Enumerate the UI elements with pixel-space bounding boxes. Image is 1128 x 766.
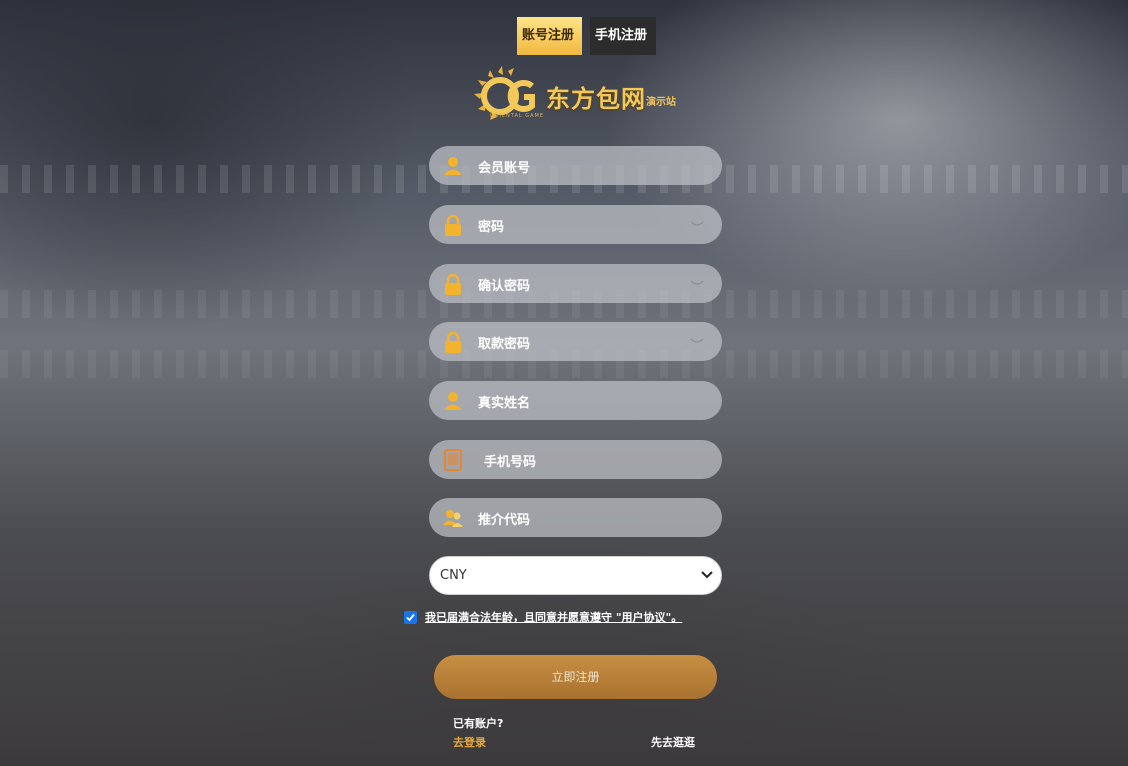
referral-code-field[interactable]: 推介代码 [429, 498, 722, 537]
password-placeholder: 密码 [478, 220, 505, 235]
login-link[interactable]: 去登录 [453, 734, 486, 750]
referral-code-placeholder: 推介代码 [478, 513, 531, 528]
agreement-checkbox[interactable] [404, 610, 417, 624]
users-icon [443, 510, 463, 527]
register-tabs: 账号注册 手机注册 [517, 17, 656, 55]
logo-small-text: ORIENTAL GAME [490, 113, 545, 119]
currency-value: CNY [440, 568, 467, 583]
username-placeholder: 会员账号 [478, 161, 531, 176]
currency-select[interactable]: CNY [429, 556, 722, 595]
agreement-link[interactable]: 我已届满合法年龄，且同意并愿意遵守 "用户协议"。 [425, 609, 682, 625]
tab-phone-register[interactable]: 手机注册 [590, 17, 656, 55]
user-icon [444, 392, 462, 410]
chevron-down-icon [701, 571, 713, 579]
eye-closed-icon[interactable] [690, 280, 704, 287]
real-name-placeholder: 真实姓名 [478, 396, 531, 411]
logo-subtitle: 演示站 [646, 97, 676, 108]
register-button[interactable]: 立即注册 [434, 655, 717, 699]
lock-icon [445, 273, 461, 295]
lock-icon [445, 214, 461, 236]
phone-placeholder: 手机号码 [484, 455, 537, 470]
user-icon [444, 157, 462, 175]
real-name-field[interactable]: 真实姓名 [429, 381, 722, 420]
site-logo: 东方包网 演示站 ORIENTAL GAME [470, 64, 685, 126]
checkmark-icon [406, 613, 415, 621]
phone-icon [444, 449, 462, 471]
logo-name: 东方包网 [546, 85, 646, 113]
phone-field[interactable]: 手机号码 [429, 440, 722, 479]
eye-closed-icon[interactable] [690, 338, 704, 345]
confirm-password-field[interactable]: 确认密码 [429, 264, 722, 303]
have-account-text: 已有账户? [453, 717, 504, 730]
username-field[interactable]: 会员账号 [429, 146, 722, 185]
browse-link[interactable]: 先去逛逛 [651, 734, 695, 750]
lock-icon [445, 331, 461, 353]
tab-account-register[interactable]: 账号注册 [517, 17, 582, 55]
withdraw-password-placeholder: 取款密码 [478, 337, 531, 352]
password-field[interactable]: 密码 [429, 205, 722, 244]
agreement-row: 我已届满合法年龄，且同意并愿意遵守 "用户协议"。 [404, 609, 682, 625]
withdraw-password-field[interactable]: 取款密码 [429, 322, 722, 361]
confirm-password-placeholder: 确认密码 [478, 279, 531, 294]
eye-closed-icon[interactable] [690, 221, 704, 228]
